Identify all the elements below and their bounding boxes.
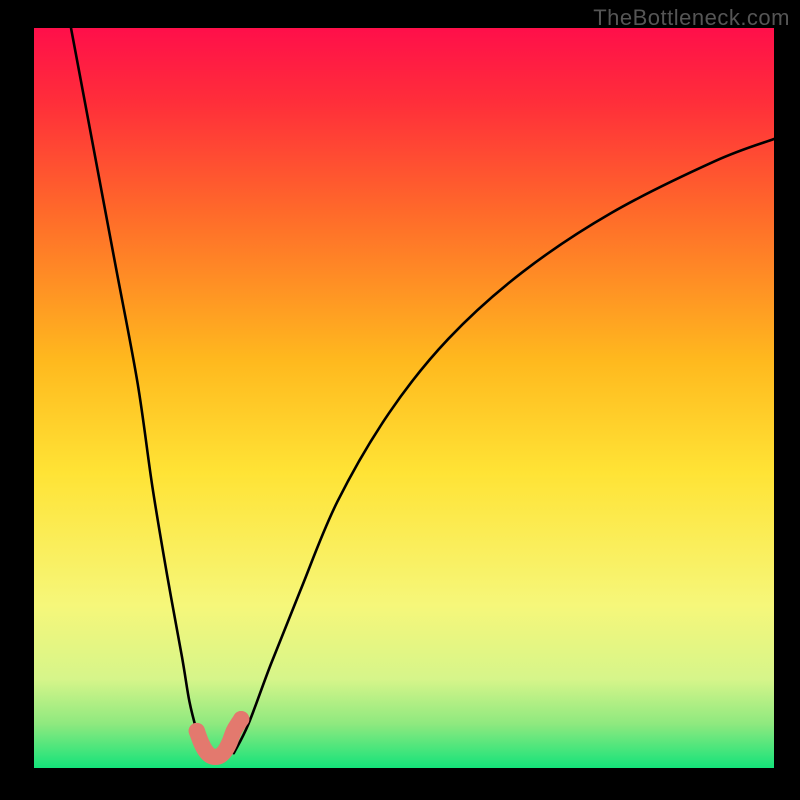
chart-container: TheBottleneck.com <box>0 0 800 800</box>
series-highlight-bump-endcap <box>189 723 205 739</box>
plot-curves <box>34 28 774 768</box>
series-highlight-bump-endcap <box>233 711 249 727</box>
watermark-text: TheBottleneck.com <box>593 5 790 31</box>
plot-area <box>34 28 774 768</box>
series-curve-right <box>234 139 774 753</box>
series-curve-left <box>71 28 204 753</box>
